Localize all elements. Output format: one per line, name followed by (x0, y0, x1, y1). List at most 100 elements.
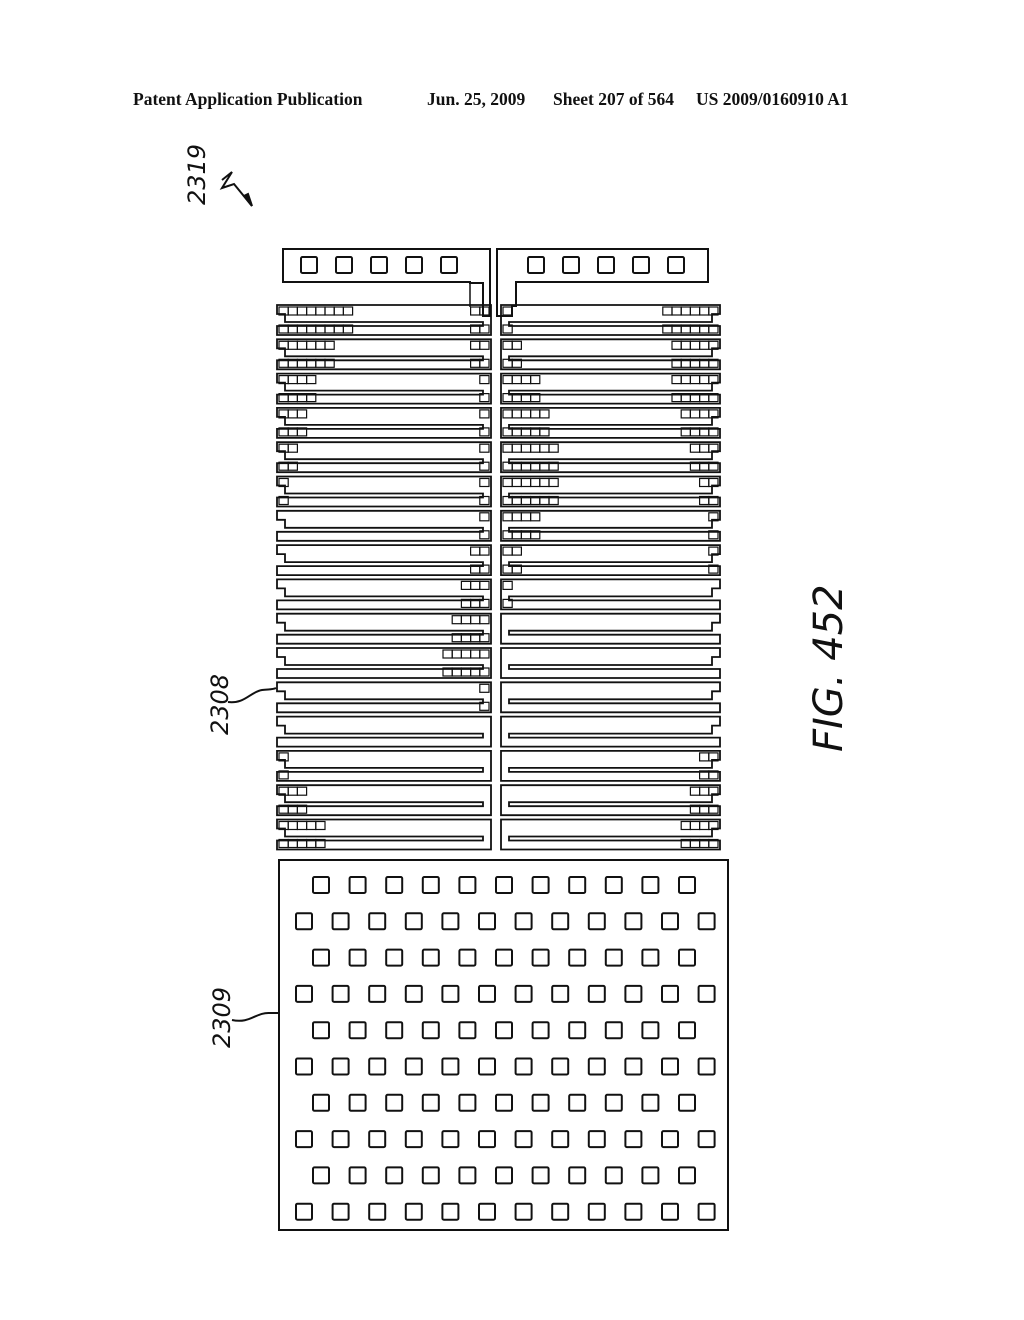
heater-trace (500, 304, 721, 336)
heater-cell (689, 786, 701, 796)
nozzle (331, 1130, 350, 1149)
heater-cell (460, 580, 472, 591)
nozzle (385, 1021, 404, 1040)
nozzle (514, 984, 533, 1003)
heater-cell (479, 306, 490, 316)
heater-trace (500, 578, 721, 611)
heater-cell (479, 649, 490, 659)
serpentine-heater (276, 612, 492, 645)
contact-pad (632, 256, 650, 274)
nozzle (478, 984, 496, 1003)
heater-cell (479, 340, 490, 350)
serpentine-heater (276, 818, 492, 851)
nozzle (312, 1093, 330, 1112)
heater-trace (276, 475, 492, 508)
serpentine-heater (500, 304, 721, 336)
heater-cell (342, 306, 354, 316)
nozzle (331, 1057, 350, 1076)
nozzle (568, 1166, 587, 1185)
heater-cell (470, 580, 481, 591)
nozzle (587, 984, 606, 1003)
nozzle (604, 1021, 623, 1040)
heater-cell (689, 409, 701, 419)
heater-trace (500, 681, 721, 714)
nozzle (661, 1057, 679, 1076)
nozzle (697, 1130, 716, 1149)
nozzle (441, 1057, 460, 1076)
nozzle (385, 876, 404, 894)
nozzle (661, 1130, 679, 1149)
serpentine-heater (276, 784, 492, 817)
heater-cell (306, 340, 317, 350)
nozzle (697, 1057, 716, 1076)
nozzle (661, 1202, 679, 1221)
nozzle (495, 876, 513, 894)
serpentine-heater (276, 544, 492, 576)
nozzle (348, 948, 367, 967)
contact-pad (335, 256, 353, 274)
reference-2309: 2309 (208, 987, 280, 1048)
heater-cell (548, 443, 559, 453)
nozzle (531, 876, 550, 894)
nozzle (458, 948, 477, 967)
serpentine-heater (500, 475, 721, 508)
heater-trace (276, 750, 492, 782)
nozzle (678, 1093, 696, 1112)
heater-cell (287, 306, 299, 316)
nozzle (295, 1130, 313, 1149)
serpentine-heater (276, 475, 492, 508)
heater-cell (520, 409, 532, 419)
heater-cell (689, 340, 701, 350)
heater-cell (689, 306, 701, 316)
nozzle (531, 948, 550, 967)
nozzle (348, 1021, 367, 1040)
heater-cell (287, 375, 299, 385)
heater-cell (296, 340, 308, 350)
heater-trace (500, 338, 721, 371)
heater-cell (470, 340, 481, 350)
nozzle (312, 1021, 330, 1040)
heater-cell (698, 443, 710, 453)
heater-cell (287, 786, 299, 796)
heater-cell (502, 409, 513, 419)
nozzle (458, 1093, 477, 1112)
contact-pad (300, 256, 318, 274)
nozzle (551, 1202, 570, 1221)
nozzle (368, 1202, 387, 1221)
nozzle (421, 1093, 440, 1112)
heater-cell (698, 820, 710, 831)
nozzle (624, 1202, 643, 1221)
serpentine-heater (500, 784, 721, 817)
heater-trace (276, 647, 492, 679)
heater-trace (276, 715, 492, 748)
serpentine-heater (276, 647, 492, 679)
heater-cell (296, 786, 308, 796)
heater-trace (500, 647, 721, 679)
heater-cell (479, 580, 490, 591)
heater-cell (698, 306, 710, 316)
serpentine-heater (276, 509, 492, 542)
heater-serpentine-array (276, 304, 721, 851)
nozzle-plate-outline (278, 859, 729, 1231)
reference-label-2309: 2309 (208, 987, 236, 1048)
heater-cell (511, 512, 523, 522)
heater-cell (520, 375, 532, 385)
serpentine-heater (276, 407, 492, 439)
contact-pad (527, 256, 545, 274)
nozzle (478, 1202, 496, 1221)
heater-cell (680, 409, 692, 419)
serpentine-heater (500, 647, 721, 679)
nozzle (624, 984, 643, 1003)
heater-cell (315, 306, 326, 316)
serpentine-heater (500, 407, 721, 439)
heater-cell (689, 443, 701, 453)
nozzle (587, 912, 606, 931)
nozzle (604, 1093, 623, 1112)
nozzle (641, 876, 660, 894)
serpentine-heater (276, 578, 492, 611)
figure-label: FIG. 452 (806, 584, 852, 752)
nozzle (368, 984, 387, 1003)
nozzle (678, 1166, 696, 1185)
heater-cell (520, 443, 532, 453)
heater-trace (500, 715, 721, 748)
